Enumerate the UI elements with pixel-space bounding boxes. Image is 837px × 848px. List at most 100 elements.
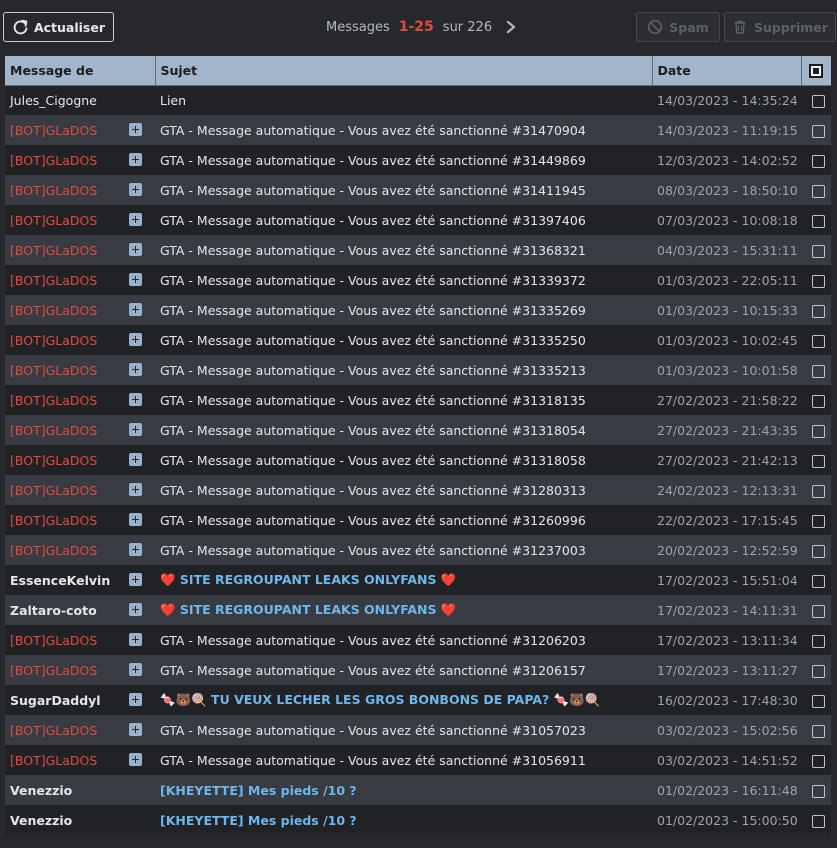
row-checkbox[interactable]	[812, 364, 825, 378]
row-checkbox[interactable]	[812, 274, 825, 288]
expand-plus-icon[interactable]	[129, 333, 142, 346]
expand-plus-icon[interactable]	[129, 123, 142, 136]
subject-link[interactable]: GTA - Message automatique - Vous avez ét…	[160, 273, 586, 288]
row-checkbox[interactable]	[812, 574, 825, 588]
table-row[interactable]: EssenceKelvin ❤️ SITE REGROUPANT LEAKS ON…	[5, 565, 831, 595]
table-row[interactable]: [BOT]GLaDOS GTA - Message automatique - V…	[5, 655, 831, 685]
delete-button[interactable]: Supprimer	[724, 12, 836, 42]
row-checkbox[interactable]	[812, 484, 825, 498]
row-checkbox[interactable]	[812, 604, 825, 618]
expand-plus-icon[interactable]	[129, 213, 142, 226]
expand-plus-icon[interactable]	[129, 693, 142, 706]
column-header-subject[interactable]: Sujet	[155, 56, 653, 86]
table-row[interactable]: [BOT]GLaDOS GTA - Message automatique - V…	[5, 355, 831, 385]
author-name[interactable]: [BOT]GLaDOS	[10, 393, 97, 408]
subject-link[interactable]: GTA - Message automatique - Vous avez ét…	[160, 723, 586, 738]
table-row[interactable]: [BOT]GLaDOS GTA - Message automatique - V…	[5, 475, 831, 505]
expand-plus-icon[interactable]	[129, 393, 142, 406]
table-row[interactable]: [BOT]GLaDOS GTA - Message automatique - V…	[5, 385, 831, 415]
expand-plus-icon[interactable]	[129, 543, 142, 556]
subject-link[interactable]: GTA - Message automatique - Vous avez ét…	[160, 363, 586, 378]
expand-plus-icon[interactable]	[129, 243, 142, 256]
table-row[interactable]: [BOT]GLaDOS GTA - Message automatique - V…	[5, 715, 831, 745]
expand-plus-icon[interactable]	[129, 153, 142, 166]
refresh-button[interactable]: Actualiser	[3, 12, 114, 42]
row-checkbox[interactable]	[812, 544, 825, 558]
subject-link[interactable]: GTA - Message automatique - Vous avez ét…	[160, 243, 586, 258]
expand-plus-icon[interactable]	[129, 303, 142, 316]
table-row[interactable]: [BOT]GLaDOS GTA - Message automatique - V…	[5, 235, 831, 265]
select-all-checkbox[interactable]	[809, 64, 824, 78]
author-name[interactable]: Zaltaro-coto	[10, 603, 97, 618]
row-checkbox[interactable]	[812, 334, 825, 348]
subject-link[interactable]: GTA - Message automatique - Vous avez ét…	[160, 633, 586, 648]
author-name[interactable]: SugarDaddyl	[10, 693, 101, 708]
expand-plus-icon[interactable]	[129, 573, 142, 586]
author-name[interactable]: [BOT]GLaDOS	[10, 153, 97, 168]
table-row[interactable]: Jules_Cigogne Lien 14/03/2023 - 14:35:24	[5, 85, 831, 115]
author-name[interactable]: [BOT]GLaDOS	[10, 333, 97, 348]
row-checkbox[interactable]	[812, 424, 825, 438]
author-name[interactable]: [BOT]GLaDOS	[10, 423, 97, 438]
table-row[interactable]: [BOT]GLaDOS GTA - Message automatique - V…	[5, 145, 831, 175]
spam-button[interactable]: Spam	[636, 12, 720, 42]
subject-link[interactable]: GTA - Message automatique - Vous avez ét…	[160, 543, 586, 558]
row-checkbox[interactable]	[812, 784, 825, 798]
author-name[interactable]: [BOT]GLaDOS	[10, 723, 97, 738]
expand-plus-icon[interactable]	[129, 363, 142, 376]
author-name[interactable]: [BOT]GLaDOS	[10, 663, 97, 678]
expand-plus-icon[interactable]	[129, 633, 142, 646]
row-checkbox[interactable]	[812, 694, 825, 708]
author-name[interactable]: [BOT]GLaDOS	[10, 303, 97, 318]
row-checkbox[interactable]	[812, 304, 825, 318]
author-name[interactable]: [BOT]GLaDOS	[10, 243, 97, 258]
subject-link[interactable]: 🍬🐻🍭 TU VEUX LECHER LES GROS BONBONS DE P…	[160, 692, 600, 707]
row-checkbox[interactable]	[812, 454, 825, 468]
subject-link[interactable]: ❤️ SITE REGROUPANT LEAKS ONLYFANS ❤️	[160, 572, 456, 587]
author-name[interactable]: [BOT]GLaDOS	[10, 513, 97, 528]
row-checkbox[interactable]	[812, 634, 825, 648]
subject-link[interactable]: Lien	[160, 93, 186, 108]
author-name[interactable]: Venezzio	[10, 813, 72, 828]
author-name[interactable]: [BOT]GLaDOS	[10, 183, 97, 198]
row-checkbox[interactable]	[812, 214, 825, 228]
subject-link[interactable]: GTA - Message automatique - Vous avez ét…	[160, 213, 586, 228]
table-row[interactable]: [BOT]GLaDOS GTA - Message automatique - V…	[5, 205, 831, 235]
subject-link[interactable]: ❤️ SITE REGROUPANT LEAKS ONLYFANS ❤️	[160, 602, 456, 617]
subject-link[interactable]: GTA - Message automatique - Vous avez ét…	[160, 483, 586, 498]
table-row[interactable]: [BOT]GLaDOS GTA - Message automatique - V…	[5, 415, 831, 445]
table-row[interactable]: Venezzio [KHEYETTE] Mes pieds /10 ? 01/02/…	[5, 775, 831, 805]
expand-plus-icon[interactable]	[129, 723, 142, 736]
author-name[interactable]: Jules_Cigogne	[10, 93, 97, 108]
expand-plus-icon[interactable]	[129, 663, 142, 676]
subject-link[interactable]: [KHEYETTE] Mes pieds /10 ?	[160, 783, 357, 798]
subject-link[interactable]: GTA - Message automatique - Vous avez ét…	[160, 513, 586, 528]
row-checkbox[interactable]	[812, 514, 825, 528]
column-header-author[interactable]: Message de	[5, 56, 156, 86]
table-row[interactable]: [BOT]GLaDOS GTA - Message automatique - V…	[5, 175, 831, 205]
author-name[interactable]: [BOT]GLaDOS	[10, 123, 97, 138]
subject-link[interactable]: GTA - Message automatique - Vous avez ét…	[160, 333, 586, 348]
table-row[interactable]: [BOT]GLaDOS GTA - Message automatique - V…	[5, 535, 831, 565]
table-row[interactable]: Zaltaro-coto ❤️ SITE REGROUPANT LEAKS ONL…	[5, 595, 831, 625]
table-row[interactable]: [BOT]GLaDOS GTA - Message automatique - V…	[5, 745, 831, 775]
subject-link[interactable]: GTA - Message automatique - Vous avez ét…	[160, 183, 586, 198]
row-checkbox[interactable]	[812, 94, 825, 108]
row-checkbox[interactable]	[812, 814, 825, 828]
author-name[interactable]: [BOT]GLaDOS	[10, 363, 97, 378]
author-name[interactable]: [BOT]GLaDOS	[10, 483, 97, 498]
column-header-date[interactable]: Date	[652, 56, 802, 86]
table-row[interactable]: [BOT]GLaDOS GTA - Message automatique - V…	[5, 505, 831, 535]
expand-plus-icon[interactable]	[129, 603, 142, 616]
author-name[interactable]: [BOT]GLaDOS	[10, 543, 97, 558]
table-row[interactable]: Venezzio [KHEYETTE] Mes pieds /10 ? 01/02/…	[5, 805, 831, 835]
table-row[interactable]: [BOT]GLaDOS GTA - Message automatique - V…	[5, 295, 831, 325]
subject-link[interactable]: GTA - Message automatique - Vous avez ét…	[160, 393, 586, 408]
row-checkbox[interactable]	[812, 184, 825, 198]
subject-link[interactable]: GTA - Message automatique - Vous avez ét…	[160, 153, 586, 168]
row-checkbox[interactable]	[812, 124, 825, 138]
table-row[interactable]: SugarDaddyl 🍬🐻🍭 TU VEUX LECHER LES GROS B…	[5, 685, 831, 715]
author-name[interactable]: [BOT]GLaDOS	[10, 453, 97, 468]
author-name[interactable]: EssenceKelvin	[10, 573, 110, 588]
author-name[interactable]: [BOT]GLaDOS	[10, 753, 97, 768]
